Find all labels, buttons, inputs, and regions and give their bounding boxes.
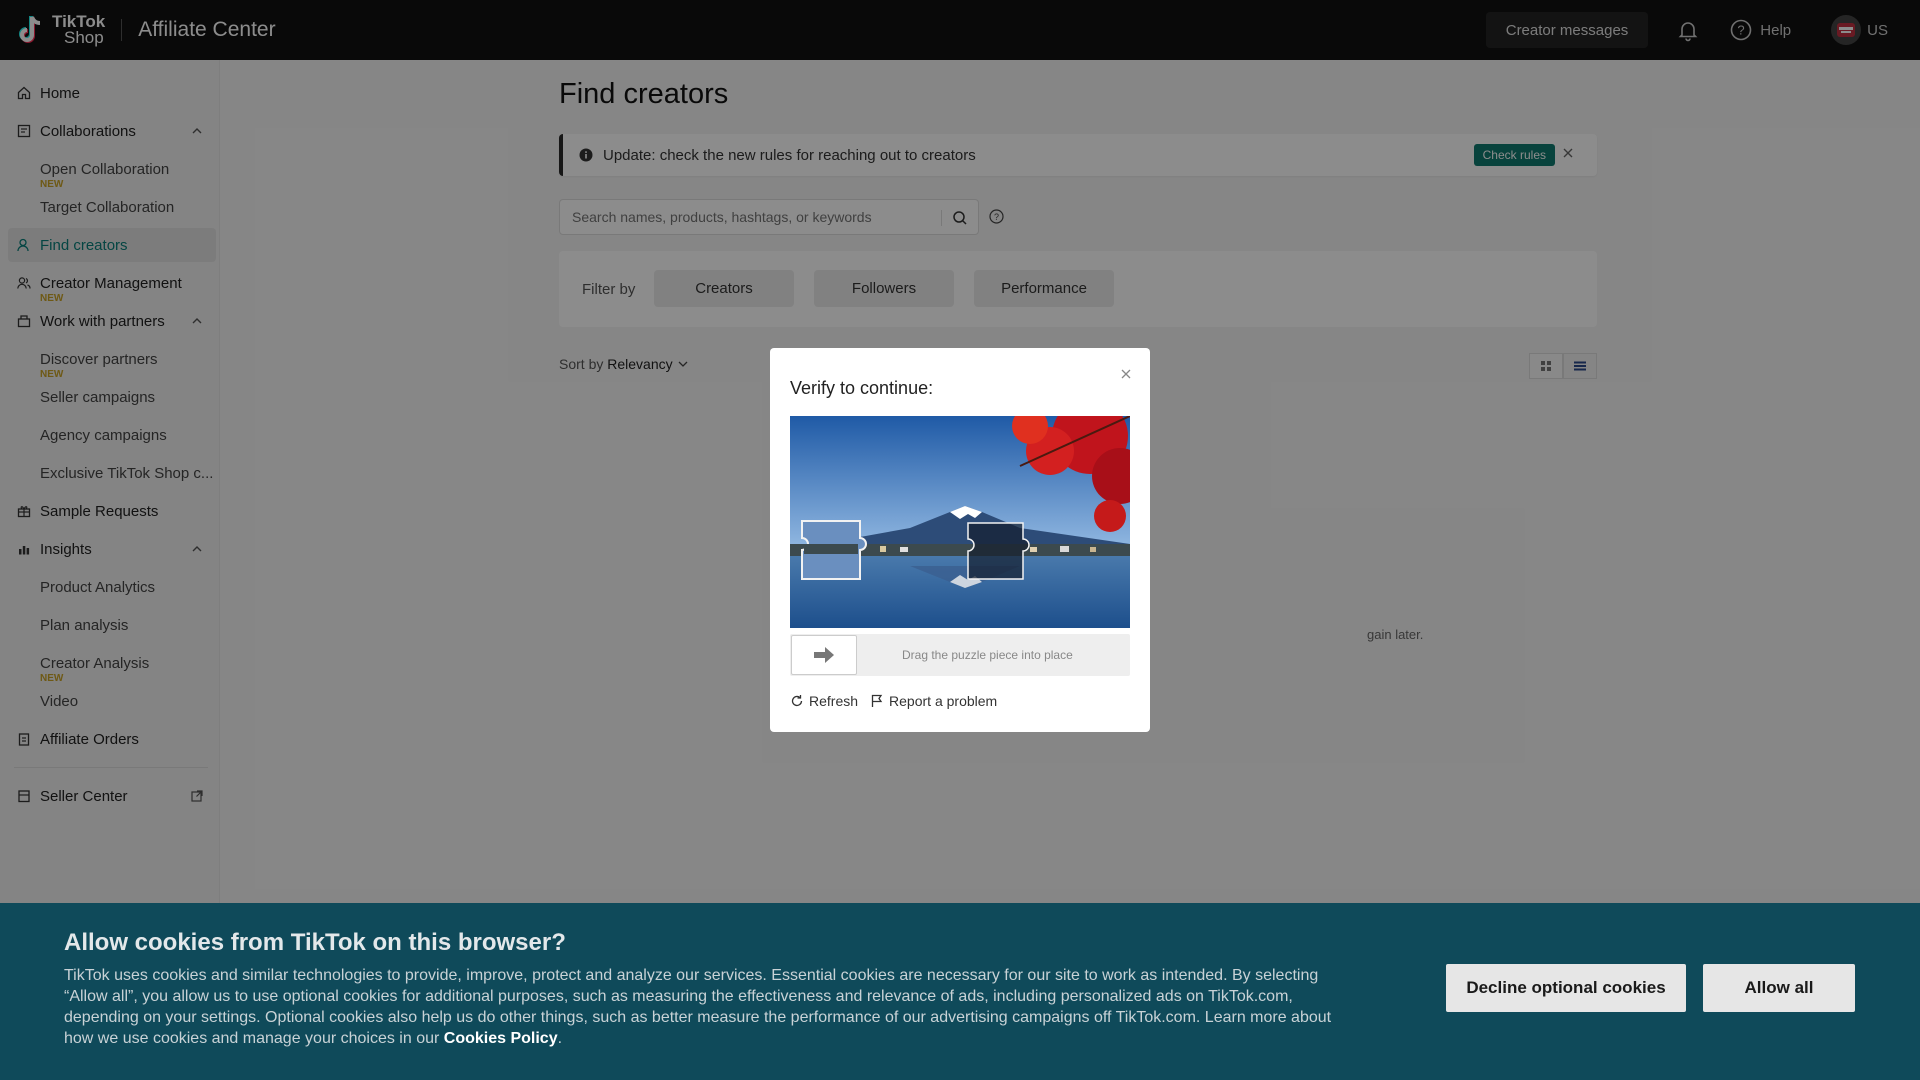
captcha-slider-track: Drag the puzzle piece into place — [790, 634, 1130, 676]
refresh-button[interactable]: Refresh — [790, 693, 858, 709]
arrow-right-icon — [814, 647, 834, 663]
captcha-slider-handle[interactable] — [791, 635, 857, 675]
captcha-title: Verify to continue: — [790, 378, 934, 398]
close-icon[interactable] — [1120, 368, 1132, 380]
flag-icon — [871, 694, 883, 707]
cookie-description: TikTok uses cookies and similar technolo… — [64, 967, 1332, 1047]
allow-all-cookies-button[interactable]: Allow all — [1703, 964, 1855, 1012]
cookie-banner: Allow cookies from TikTok on this browse… — [0, 903, 1920, 1080]
captcha-hint: Drag the puzzle piece into place — [902, 648, 1073, 662]
cookies-policy-link[interactable]: Cookies Policy — [444, 1030, 558, 1047]
decline-cookies-button[interactable]: Decline optional cookies — [1446, 964, 1686, 1012]
captcha-dialog: Verify to continue: Drag the puzzle piec… — [770, 348, 1150, 732]
report-problem-button[interactable]: Report a problem — [870, 693, 997, 709]
refresh-icon — [791, 695, 803, 707]
cookie-title: Allow cookies from TikTok on this browse… — [64, 929, 566, 956]
captcha-puzzle-image — [790, 416, 1130, 628]
